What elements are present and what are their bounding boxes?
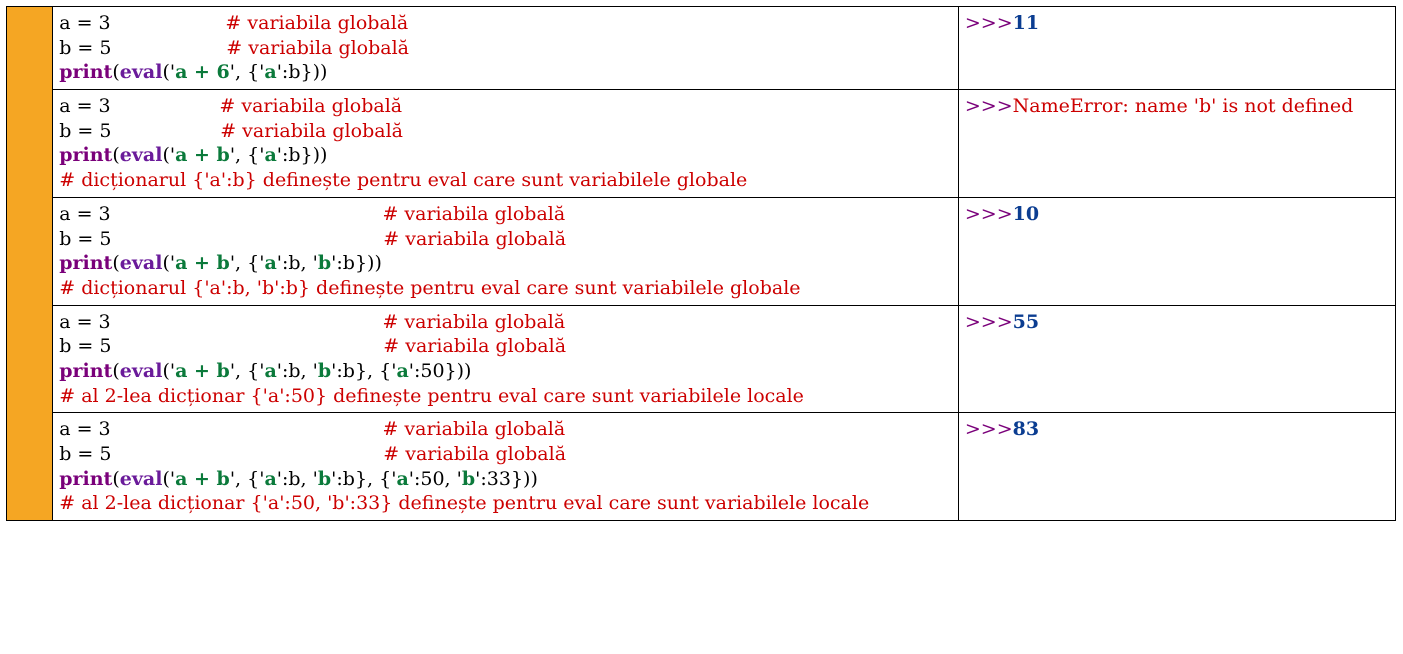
example-row: a = 3 # variabila globală b = 5 # variab…: [7, 413, 1396, 521]
output-cell: >>>55: [958, 305, 1395, 413]
example-row: a = 3 # variabila globală b = 5 # variab…: [7, 305, 1396, 413]
output-cell: >>>NameError: name 'b' is not defined: [958, 90, 1395, 198]
output-cell: >>>11: [958, 7, 1395, 90]
code-cell: a = 3 # variabila globală b = 5 # variab…: [53, 413, 959, 521]
output-cell: >>>10: [958, 197, 1395, 305]
output-cell: >>>83: [958, 413, 1395, 521]
example-row: a = 3 # variabila globală b = 5 # variab…: [7, 197, 1396, 305]
example-row: a = 3 # variabila globală b = 5 # variab…: [7, 7, 1396, 90]
orange-stripe: [7, 7, 53, 521]
example-row: a = 3 # variabila globală b = 5 # variab…: [7, 90, 1396, 198]
code-cell: a = 3 # variabila globală b = 5 # variab…: [53, 7, 959, 90]
code-examples-table: a = 3 # variabila globală b = 5 # variab…: [6, 6, 1396, 521]
code-cell: a = 3 # variabila globală b = 5 # variab…: [53, 90, 959, 198]
code-cell: a = 3 # variabila globală b = 5 # variab…: [53, 305, 959, 413]
code-cell: a = 3 # variabila globală b = 5 # variab…: [53, 197, 959, 305]
